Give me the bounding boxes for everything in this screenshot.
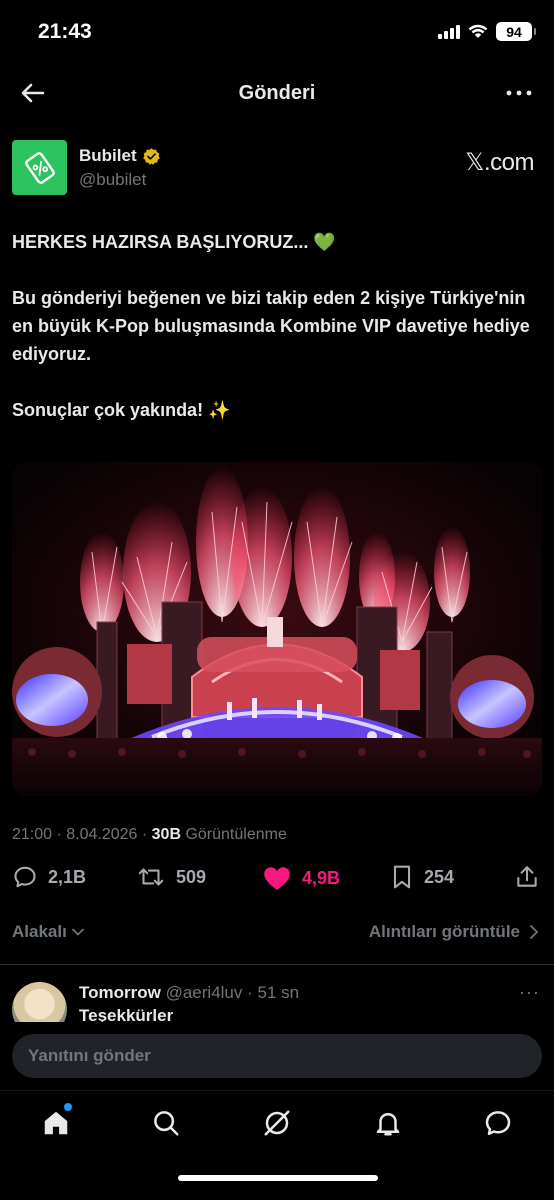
home-indicator bbox=[178, 1175, 378, 1181]
bottom-tab-bar bbox=[0, 1090, 554, 1200]
more-dots-icon bbox=[506, 90, 532, 96]
divider bbox=[0, 964, 554, 965]
share-button[interactable] bbox=[514, 864, 540, 890]
like-button[interactable]: 4,9B bbox=[262, 864, 340, 892]
nav-header: Gönderi bbox=[0, 66, 554, 122]
tweet-line-2: Bu gönderiyi beğenen ve bizi takip eden … bbox=[12, 288, 530, 364]
tweet-author: Bubilet @bubilet 𝕏.com bbox=[12, 140, 534, 198]
message-bubble-icon bbox=[485, 1111, 511, 1135]
sort-label: Alakalı bbox=[12, 922, 67, 941]
signal-icon bbox=[438, 24, 460, 39]
reply-item[interactable]: Tomorrow @aeri4luv · 51 sn ··· Teşekkürl… bbox=[12, 980, 540, 1024]
like-count: 4,9B bbox=[302, 867, 341, 888]
view-quotes-label: Alıntıları görüntüle bbox=[368, 922, 520, 941]
view-count: 30B bbox=[151, 826, 182, 843]
reply-button[interactable]: 2,1B bbox=[12, 864, 86, 890]
author-name[interactable]: Bubilet bbox=[79, 146, 161, 166]
status-time: 21:43 bbox=[38, 20, 92, 43]
view-quotes-link[interactable]: Alıntıları görüntüle bbox=[369, 922, 540, 942]
search-icon bbox=[154, 1111, 179, 1136]
repost-icon bbox=[138, 868, 164, 886]
heart-filled-icon bbox=[264, 867, 290, 890]
bookmark-button[interactable]: 254 bbox=[390, 864, 454, 890]
reply-avatar[interactable] bbox=[12, 982, 67, 1024]
reply-more-button[interactable]: ··· bbox=[519, 982, 540, 1003]
chevron-down-icon bbox=[71, 928, 84, 936]
more-options-button[interactable] bbox=[504, 80, 534, 106]
grok-icon bbox=[264, 1110, 290, 1136]
reply-compose-bar: Yanıtını gönder bbox=[0, 1022, 554, 1088]
repost-count: 509 bbox=[176, 866, 207, 887]
reply-input[interactable]: Yanıtını gönder bbox=[12, 1034, 542, 1078]
tab-messages[interactable] bbox=[480, 1105, 516, 1141]
notification-dot bbox=[64, 1103, 72, 1111]
repost-button[interactable]: 509 bbox=[136, 864, 206, 890]
tab-home[interactable] bbox=[38, 1103, 74, 1141]
reply-header: Tomorrow @aeri4luv · 51 sn bbox=[79, 983, 299, 1003]
bookmark-icon bbox=[393, 865, 411, 889]
verified-badge-icon bbox=[142, 147, 160, 165]
tweet-timestamp: 21:00 · 8.04.2026 · bbox=[12, 826, 152, 843]
ticket-logo-icon bbox=[24, 151, 55, 184]
tweet-media-image[interactable] bbox=[12, 462, 542, 796]
wifi-icon bbox=[468, 24, 488, 38]
reply-time: · 51 sn bbox=[242, 983, 300, 1002]
tab-notifications[interactable] bbox=[370, 1105, 406, 1141]
author-handle[interactable]: @bubilet bbox=[79, 170, 146, 190]
tweet-meta: 21:00 · 8.04.2026 · 30B Görüntülenme bbox=[12, 826, 287, 844]
author-avatar[interactable] bbox=[12, 140, 67, 195]
bell-icon bbox=[376, 1113, 400, 1136]
replies-sort-row: Alakalı Alıntıları görüntüle bbox=[12, 922, 540, 946]
chevron-right-icon bbox=[530, 925, 538, 939]
battery-indicator: 94 bbox=[496, 22, 536, 41]
x-com-label: 𝕏.com bbox=[465, 149, 534, 176]
views-label: Görüntülenme bbox=[181, 826, 287, 843]
status-bar: 21:43 94 bbox=[0, 0, 554, 62]
reply-count: 2,1B bbox=[48, 866, 87, 887]
bookmark-count: 254 bbox=[424, 866, 455, 887]
tweet-text: HERKES HAZIRSA BAŞLIYORUZ... 💚 Bu gönder… bbox=[12, 228, 534, 452]
home-icon bbox=[44, 1111, 68, 1135]
reply-icon bbox=[14, 866, 36, 888]
share-icon bbox=[517, 866, 537, 887]
tab-grok[interactable] bbox=[259, 1105, 295, 1141]
sort-dropdown[interactable]: Alakalı bbox=[12, 922, 85, 942]
tweet-line-1: HERKES HAZIRSA BAŞLIYORUZ... 💚 bbox=[12, 232, 336, 252]
concert-fireworks-photo bbox=[12, 462, 542, 796]
reply-author-name[interactable]: Tomorrow bbox=[79, 983, 161, 1002]
tweet-actions: 2,1B 509 4,9B 254 bbox=[12, 864, 540, 898]
reply-author-handle[interactable]: @aeri4luv bbox=[166, 983, 243, 1002]
page-title: Gönderi bbox=[238, 82, 316, 104]
status-icons: 94 bbox=[438, 22, 536, 41]
tweet-line-3: Sonuçlar çok yakında! ✨ bbox=[12, 400, 231, 420]
tab-search[interactable] bbox=[148, 1105, 184, 1141]
author-name-text: Bubilet bbox=[79, 146, 137, 165]
